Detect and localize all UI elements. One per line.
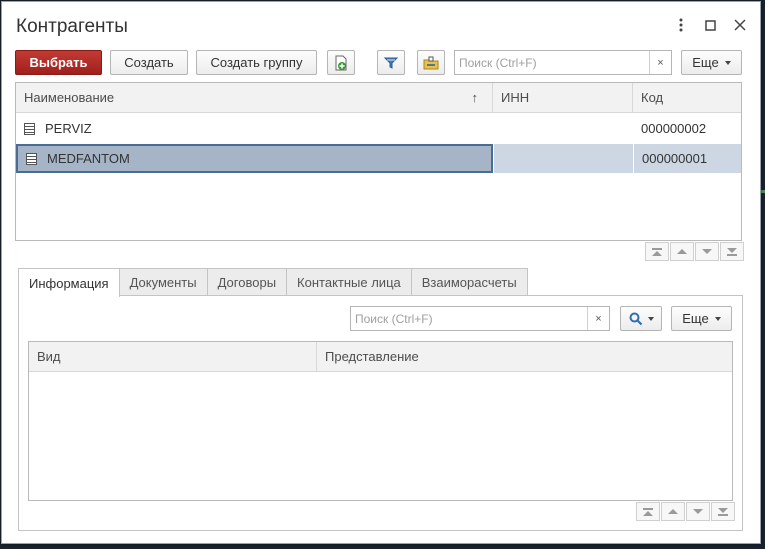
info-scroll-up-button[interactable]: [661, 502, 685, 521]
tab-contacts[interactable]: Контактные лица: [286, 268, 412, 296]
counterparties-table: Наименование ↑ ИНН Код PERVIZ 000000002 …: [15, 82, 742, 241]
search-input[interactable]: [455, 51, 650, 74]
create-button[interactable]: Создать: [110, 50, 188, 75]
sort-arrow-icon: ↑: [471, 90, 479, 105]
info-more-button[interactable]: Еще: [671, 306, 732, 331]
search-box: ×: [454, 50, 672, 75]
maximize-icon[interactable]: [701, 16, 719, 34]
more-label: Еще: [692, 55, 719, 70]
info-search-box: ×: [350, 306, 610, 331]
info-search-input[interactable]: [351, 307, 587, 330]
info-scroll-last-button[interactable]: [711, 502, 735, 521]
information-panel: × Еще Вид Представление: [18, 295, 743, 531]
document-icon: [26, 152, 37, 165]
create-group-button[interactable]: Создать группу: [196, 50, 317, 75]
filter-button[interactable]: [377, 50, 405, 75]
copy-button[interactable]: [327, 50, 355, 75]
details-tabs: Информация Документы Договоры Контактные…: [18, 268, 528, 297]
folder-move-icon: [423, 56, 439, 69]
tab-settlements[interactable]: Взаиморасчеты: [410, 268, 528, 296]
scroll-first-button[interactable]: [645, 242, 669, 261]
more-button[interactable]: Еще: [681, 50, 742, 75]
window-title: Контрагенты: [16, 16, 128, 37]
column-header-kind[interactable]: Вид: [29, 342, 317, 371]
chevron-down-icon: [714, 316, 721, 321]
tab-contracts[interactable]: Договоры: [206, 268, 288, 296]
column-header-inn[interactable]: ИНН: [493, 83, 633, 112]
scroll-up-button[interactable]: [670, 242, 694, 261]
column-header-code[interactable]: Код: [633, 83, 741, 112]
info-search-button[interactable]: [620, 306, 662, 331]
chevron-down-icon: [724, 60, 731, 65]
table-row[interactable]: PERVIZ 000000002: [16, 114, 741, 143]
folder-move-button[interactable]: [417, 50, 445, 75]
info-list-navigation: [635, 502, 735, 521]
list-navigation: [644, 242, 744, 261]
row-code-cell: 000000001: [633, 144, 741, 173]
document-icon: [24, 122, 35, 135]
column-header-representation[interactable]: Представление: [317, 342, 732, 371]
close-icon[interactable]: [731, 16, 749, 34]
row-name-cell: PERVIZ: [16, 114, 493, 143]
info-search-clear-button[interactable]: ×: [587, 307, 609, 330]
tab-information[interactable]: Информация: [18, 268, 120, 297]
info-table: Вид Представление: [28, 341, 733, 501]
filter-icon: [383, 57, 399, 69]
search-clear-button[interactable]: ×: [649, 51, 671, 74]
counterparties-window: Контрагенты Выбрать Создать Создать груп…: [1, 1, 761, 544]
info-table-header: Вид Представление: [29, 342, 732, 372]
chevron-down-icon: [647, 316, 654, 321]
tab-documents[interactable]: Документы: [118, 268, 208, 296]
select-button[interactable]: Выбрать: [15, 50, 102, 75]
search-icon: [629, 312, 642, 325]
more-vertical-icon[interactable]: [672, 16, 690, 34]
desktop-strip: [761, 190, 765, 193]
info-scroll-down-button[interactable]: [686, 502, 710, 521]
column-header-name[interactable]: Наименование ↑: [16, 83, 493, 112]
add-copy-icon: [335, 55, 347, 70]
row-inn-cell: [493, 114, 633, 143]
title-bar: Контрагенты: [2, 2, 760, 46]
info-scroll-first-button[interactable]: [636, 502, 660, 521]
scroll-last-button[interactable]: [720, 242, 744, 261]
table-header: Наименование ↑ ИНН Код: [16, 83, 741, 113]
row-code-cell: 000000002: [641, 121, 707, 136]
scroll-down-button[interactable]: [695, 242, 719, 261]
info-more-label: Еще: [682, 311, 709, 326]
table-row[interactable]: MEDFANTOM 000000001: [16, 144, 741, 173]
row-name-cell: MEDFANTOM: [16, 144, 493, 173]
row-inn-cell: [493, 144, 633, 173]
